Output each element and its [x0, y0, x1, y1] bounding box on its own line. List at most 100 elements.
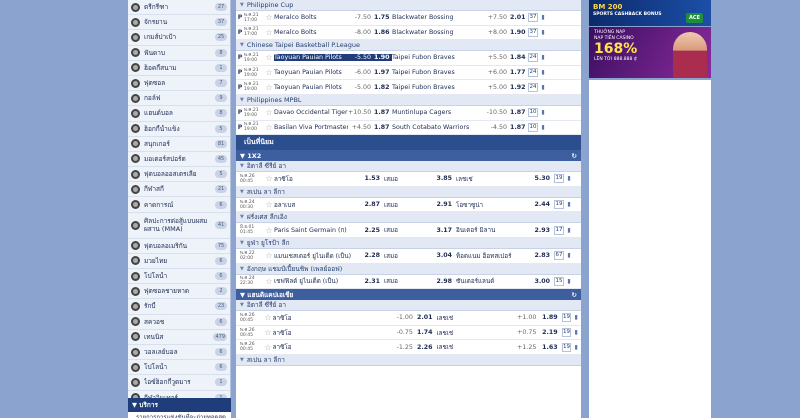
sidebar-item[interactable]: เกมส์ปาเป้า 25 [128, 30, 230, 46]
favorite-star-icon[interactable]: ☆ [264, 68, 274, 77]
favorite-star-icon[interactable]: ☆ [264, 123, 274, 132]
refresh-icon[interactable]: ↻ [572, 152, 577, 160]
sidebar-services-item[interactable]: รายการการแข่งขันที่จะถ่ายทอดสด [128, 412, 231, 418]
sidebar-item[interactable]: ฟุตซอล 7 [128, 76, 230, 92]
sidebar-item[interactable]: ฟุตบอลออสเตรเลีย 5 [128, 167, 230, 183]
home-odds[interactable]: 2.87 [364, 201, 384, 208]
favorite-star-icon[interactable]: ☆ [263, 313, 273, 322]
favorite-star-icon[interactable]: ☆ [263, 328, 273, 337]
away-team-odds-button[interactable]: ซันเดอร์แลนด์ [456, 276, 532, 286]
away-team-odds-button[interactable]: Taipei Fubon Braves [392, 54, 482, 61]
home-odds[interactable]: 2.28 [364, 252, 384, 259]
draw-label[interactable]: เสมอ [384, 200, 434, 210]
favorite-star-icon[interactable]: ☆ [264, 13, 274, 22]
collapse-icon[interactable]: ▼ [240, 97, 244, 103]
sidebar-item[interactable]: มวยไทย 6 [128, 254, 230, 269]
away-team-odds-button[interactable]: Blackwater Bossing [392, 29, 482, 36]
away-odds[interactable]: 1.63 [540, 344, 561, 351]
home-team-odds-button[interactable]: Meralco Bolts [274, 14, 348, 21]
collapse-icon[interactable]: ▼ [240, 189, 244, 195]
away-odds[interactable]: 2.19 [540, 329, 561, 336]
collapse-icon[interactable]: ▼ [240, 240, 244, 246]
draw-odds[interactable]: 2.98 [434, 278, 456, 285]
sidebar-item[interactable]: รักบี้ 23 [128, 299, 230, 315]
ad1-button[interactable]: ACE [686, 13, 703, 23]
stats-icon[interactable]: ▮ [538, 69, 548, 76]
favorite-star-icon[interactable]: ☆ [264, 200, 274, 209]
more-markets-count[interactable]: 19 [561, 313, 572, 323]
away-team-odds-button[interactable]: Taipei Fubon Braves [392, 69, 482, 76]
league-header[interactable]: ▼ Chinese Taipei Basketball P.League [236, 40, 581, 52]
draw-odds[interactable]: 2.91 [434, 201, 456, 208]
collapse-icon[interactable]: ▼ [240, 302, 244, 308]
away-odds[interactable]: 2.44 [532, 201, 554, 208]
away-team-odds-button[interactable]: Blackwater Bossing [392, 14, 482, 21]
sidebar-item[interactable]: กีฬาสกี 21 [128, 182, 230, 198]
more-markets-count[interactable]: 37 [528, 27, 538, 37]
more-markets-count[interactable]: 19 [561, 342, 572, 352]
draw-label[interactable]: เสมอ [384, 276, 434, 286]
collapse-icon[interactable]: ▼ [240, 266, 244, 272]
more-markets-count[interactable]: 19 [554, 200, 564, 210]
draw-odds[interactable]: 3.17 [434, 227, 456, 234]
home-odds[interactable]: 2.01 [417, 314, 437, 321]
away-odds[interactable]: 2.01 [510, 14, 528, 21]
away-team-odds-button[interactable]: Muntinlupa Cagers [392, 109, 482, 116]
more-markets-count[interactable]: 10 [528, 108, 538, 118]
more-markets-count[interactable]: 24 [528, 68, 538, 78]
stats-icon[interactable]: ▮ [564, 252, 574, 259]
home-team-odds-button[interactable]: Paris Saint Germain (ก) [274, 225, 364, 235]
more-markets-count[interactable]: 24 [528, 82, 538, 92]
league-header[interactable]: ▼ Philippines MPBL [236, 94, 581, 106]
stats-icon[interactable]: ▮ [538, 124, 548, 131]
stats-icon[interactable]: ▮ [571, 344, 581, 351]
sidebar-item[interactable]: ฟันดาบ 8 [128, 46, 230, 61]
sidebar-item[interactable]: ฮ็อคกี้สนาม 1 [128, 61, 230, 76]
stats-icon[interactable]: ▮ [538, 84, 548, 91]
home-odds[interactable]: 1.97 [374, 69, 392, 76]
away-odds[interactable]: 1.92 [510, 84, 528, 91]
favorite-star-icon[interactable]: ☆ [264, 28, 274, 37]
home-team-odds-button[interactable]: Davao Occidental Tigers [274, 109, 348, 116]
away-odds[interactable]: 1.87 [510, 109, 528, 116]
more-markets-count[interactable]: 10 [528, 122, 538, 132]
more-markets-count[interactable]: 67 [554, 251, 564, 261]
sidebar-item[interactable]: คาดการณ์ 6 [128, 197, 230, 213]
away-team-odds-button[interactable]: อินเตอร์ มิลาน [456, 225, 532, 235]
ad-banner-sports[interactable]: BM 200 SPORTS CASHBACK BONUS ACE [589, 0, 711, 26]
stats-icon[interactable]: ▮ [564, 227, 574, 234]
league-header[interactable]: ▼ Philippine Cup [236, 0, 581, 11]
collapse-icon[interactable]: ▼ [240, 42, 244, 48]
away-team-odds-button[interactable]: เลชเช่ [456, 174, 532, 184]
draw-odds[interactable]: 3.85 [434, 175, 456, 182]
home-odds[interactable]: 1.87 [374, 124, 392, 131]
collapse-icon[interactable]: ▼ [240, 214, 244, 220]
more-markets-count[interactable]: 19 [561, 328, 572, 338]
home-odds[interactable]: 2.26 [417, 344, 437, 351]
stats-icon[interactable]: ▮ [538, 14, 548, 21]
away-odds[interactable]: 1.87 [510, 124, 528, 131]
stats-icon[interactable]: ▮ [538, 54, 548, 61]
popular-section-header[interactable]: เป็นที่นิยม [236, 135, 581, 151]
sidebar-item[interactable]: ตรีกรีฑา 27 [128, 0, 230, 16]
stats-icon[interactable]: ▮ [538, 109, 548, 116]
sidebar-services-header[interactable]: ▼ บริการ [128, 398, 231, 412]
sidebar-item[interactable]: กอล์ฟ 9 [128, 91, 230, 107]
favorite-star-icon[interactable]: ☆ [264, 174, 274, 183]
sidebar-item[interactable]: วอลเลย์บอล 6 [128, 345, 230, 361]
away-odds[interactable]: 5.30 [532, 175, 554, 182]
home-odds[interactable]: 1.87 [374, 109, 392, 116]
draw-odds[interactable]: 3.04 [434, 252, 456, 259]
away-odds[interactable]: 1.77 [510, 69, 528, 76]
league-header[interactable]: ▼ ฝรั่งเศส ลีกเอิง [236, 212, 581, 224]
away-odds[interactable]: 1.84 [510, 54, 528, 61]
home-team-odds-button[interactable]: แมนเชสเตอร์ ยูไนเต็ด (เป็น) [274, 251, 364, 261]
sidebar-item[interactable]: สควอช 6 [128, 315, 230, 330]
league-header[interactable]: ▼ อิตาลี ซีรีย์ อา [236, 161, 581, 173]
stats-icon[interactable]: ▮ [564, 278, 574, 285]
league-header[interactable]: ▼ สเปน ลา ลีกา [236, 186, 581, 198]
handicap-section-header[interactable]: ▼ แฮนดิแคปเอเชีย ↻ [236, 289, 581, 301]
ad-banner-casino[interactable]: THUỞNG NẠP NẠP TIỀN CASINO 168% LÊN TỚI … [589, 27, 711, 78]
sidebar-item[interactable]: โปโลน้ำ 6 [128, 269, 230, 285]
away-odds[interactable]: 3.00 [532, 278, 554, 285]
